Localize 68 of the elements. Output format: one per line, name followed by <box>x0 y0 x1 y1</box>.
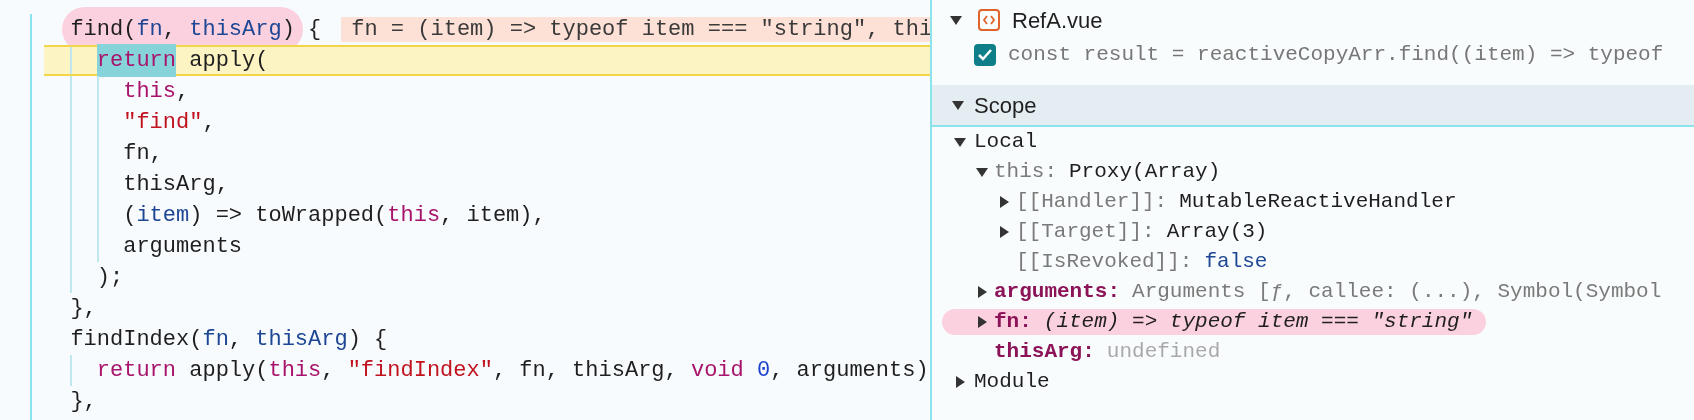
code-token: , item), <box>440 202 546 230</box>
code-token: fn, <box>122 140 163 168</box>
code-token: return <box>95 357 177 385</box>
code-token: }, <box>69 295 97 323</box>
code-token: item <box>136 202 190 230</box>
property-name: this: <box>994 159 1057 186</box>
property-value: Proxy(Array) <box>1069 159 1221 186</box>
code-token: "findIndex" <box>347 357 493 385</box>
code-token: { <box>307 16 322 44</box>
property-value: (item) => typeof item === "string" <box>1043 309 1473 336</box>
code-token: "find" <box>122 109 203 137</box>
checkmark-icon <box>978 49 992 61</box>
caret-down-icon[interactable] <box>954 136 966 148</box>
property-name: [[Handler]]: <box>1016 189 1168 216</box>
caret-down-icon[interactable] <box>950 14 962 26</box>
code-token: return <box>96 44 177 77</box>
scope-section-label[interactable]: Local <box>974 126 1037 158</box>
code-token: }, <box>69 388 97 416</box>
code-token: ); <box>95 264 124 292</box>
property-value: Array(3) <box>1166 219 1268 246</box>
code-token: , <box>228 326 244 354</box>
code-file-icon <box>978 9 1000 31</box>
code-token: thisArg, <box>122 171 229 199</box>
code-token: , <box>176 78 190 106</box>
code-token: thisArg <box>255 326 348 354</box>
code-token: 0 <box>755 357 771 385</box>
code-token: , <box>202 109 216 137</box>
property-value: undefined <box>1106 339 1221 366</box>
caret-right-icon[interactable] <box>998 196 1010 208</box>
property-name: thisArg: <box>994 339 1095 366</box>
property-name: fn: <box>994 309 1032 336</box>
code-token: ( <box>122 202 137 230</box>
code-token: ) <box>281 17 295 42</box>
code-token: findIndex( <box>69 326 203 354</box>
code-token: apply( <box>188 357 269 385</box>
code-token: ) => toWrapped( <box>189 202 388 230</box>
property-name: [[IsRevoked]]: <box>1016 249 1193 276</box>
breakpoint-code[interactable]: const result = reactiveCopyArr.find((item) => typeof <box>1008 39 1664 71</box>
caret-down-icon[interactable] <box>952 99 964 111</box>
code-token: , <box>162 17 178 42</box>
scope-section-label[interactable]: Module <box>974 366 1050 398</box>
code-token: fn <box>136 17 163 42</box>
code-token: find( <box>70 17 137 42</box>
code-token: , fn, thisArg, <box>492 357 679 385</box>
code-token: , <box>321 357 336 385</box>
code-token: thisArg <box>189 17 282 42</box>
caret-right-icon[interactable] <box>954 376 966 388</box>
caret-right-icon[interactable] <box>998 226 1010 238</box>
property-value: false <box>1204 249 1268 276</box>
caret-right-icon[interactable] <box>976 286 988 298</box>
property-name: arguments: <box>994 279 1121 306</box>
code-token: this <box>387 202 441 230</box>
property-name: [[Target]]: <box>1016 219 1155 246</box>
scope-header[interactable]: Scope <box>932 85 1694 127</box>
code-token: this <box>268 357 322 385</box>
code-token: ) { <box>347 326 388 354</box>
code-token: this <box>122 78 177 106</box>
code-token: , arguments) <box>770 357 929 385</box>
caret-right-icon[interactable] <box>976 316 988 328</box>
code-token: arguments <box>122 233 243 261</box>
code-token: apply( <box>188 47 269 75</box>
code-token: fn <box>202 326 229 354</box>
breakpoint-checkbox[interactable] <box>974 44 996 66</box>
property-value: MutableReactiveHandler <box>1179 189 1457 216</box>
caret-down-icon[interactable] <box>976 166 988 178</box>
code-token: void <box>690 357 744 385</box>
file-name[interactable]: RefA.vue <box>1012 3 1103 37</box>
property-value: Arguments [ƒ, callee: (...), Symbol(Symbol <box>1132 279 1662 306</box>
